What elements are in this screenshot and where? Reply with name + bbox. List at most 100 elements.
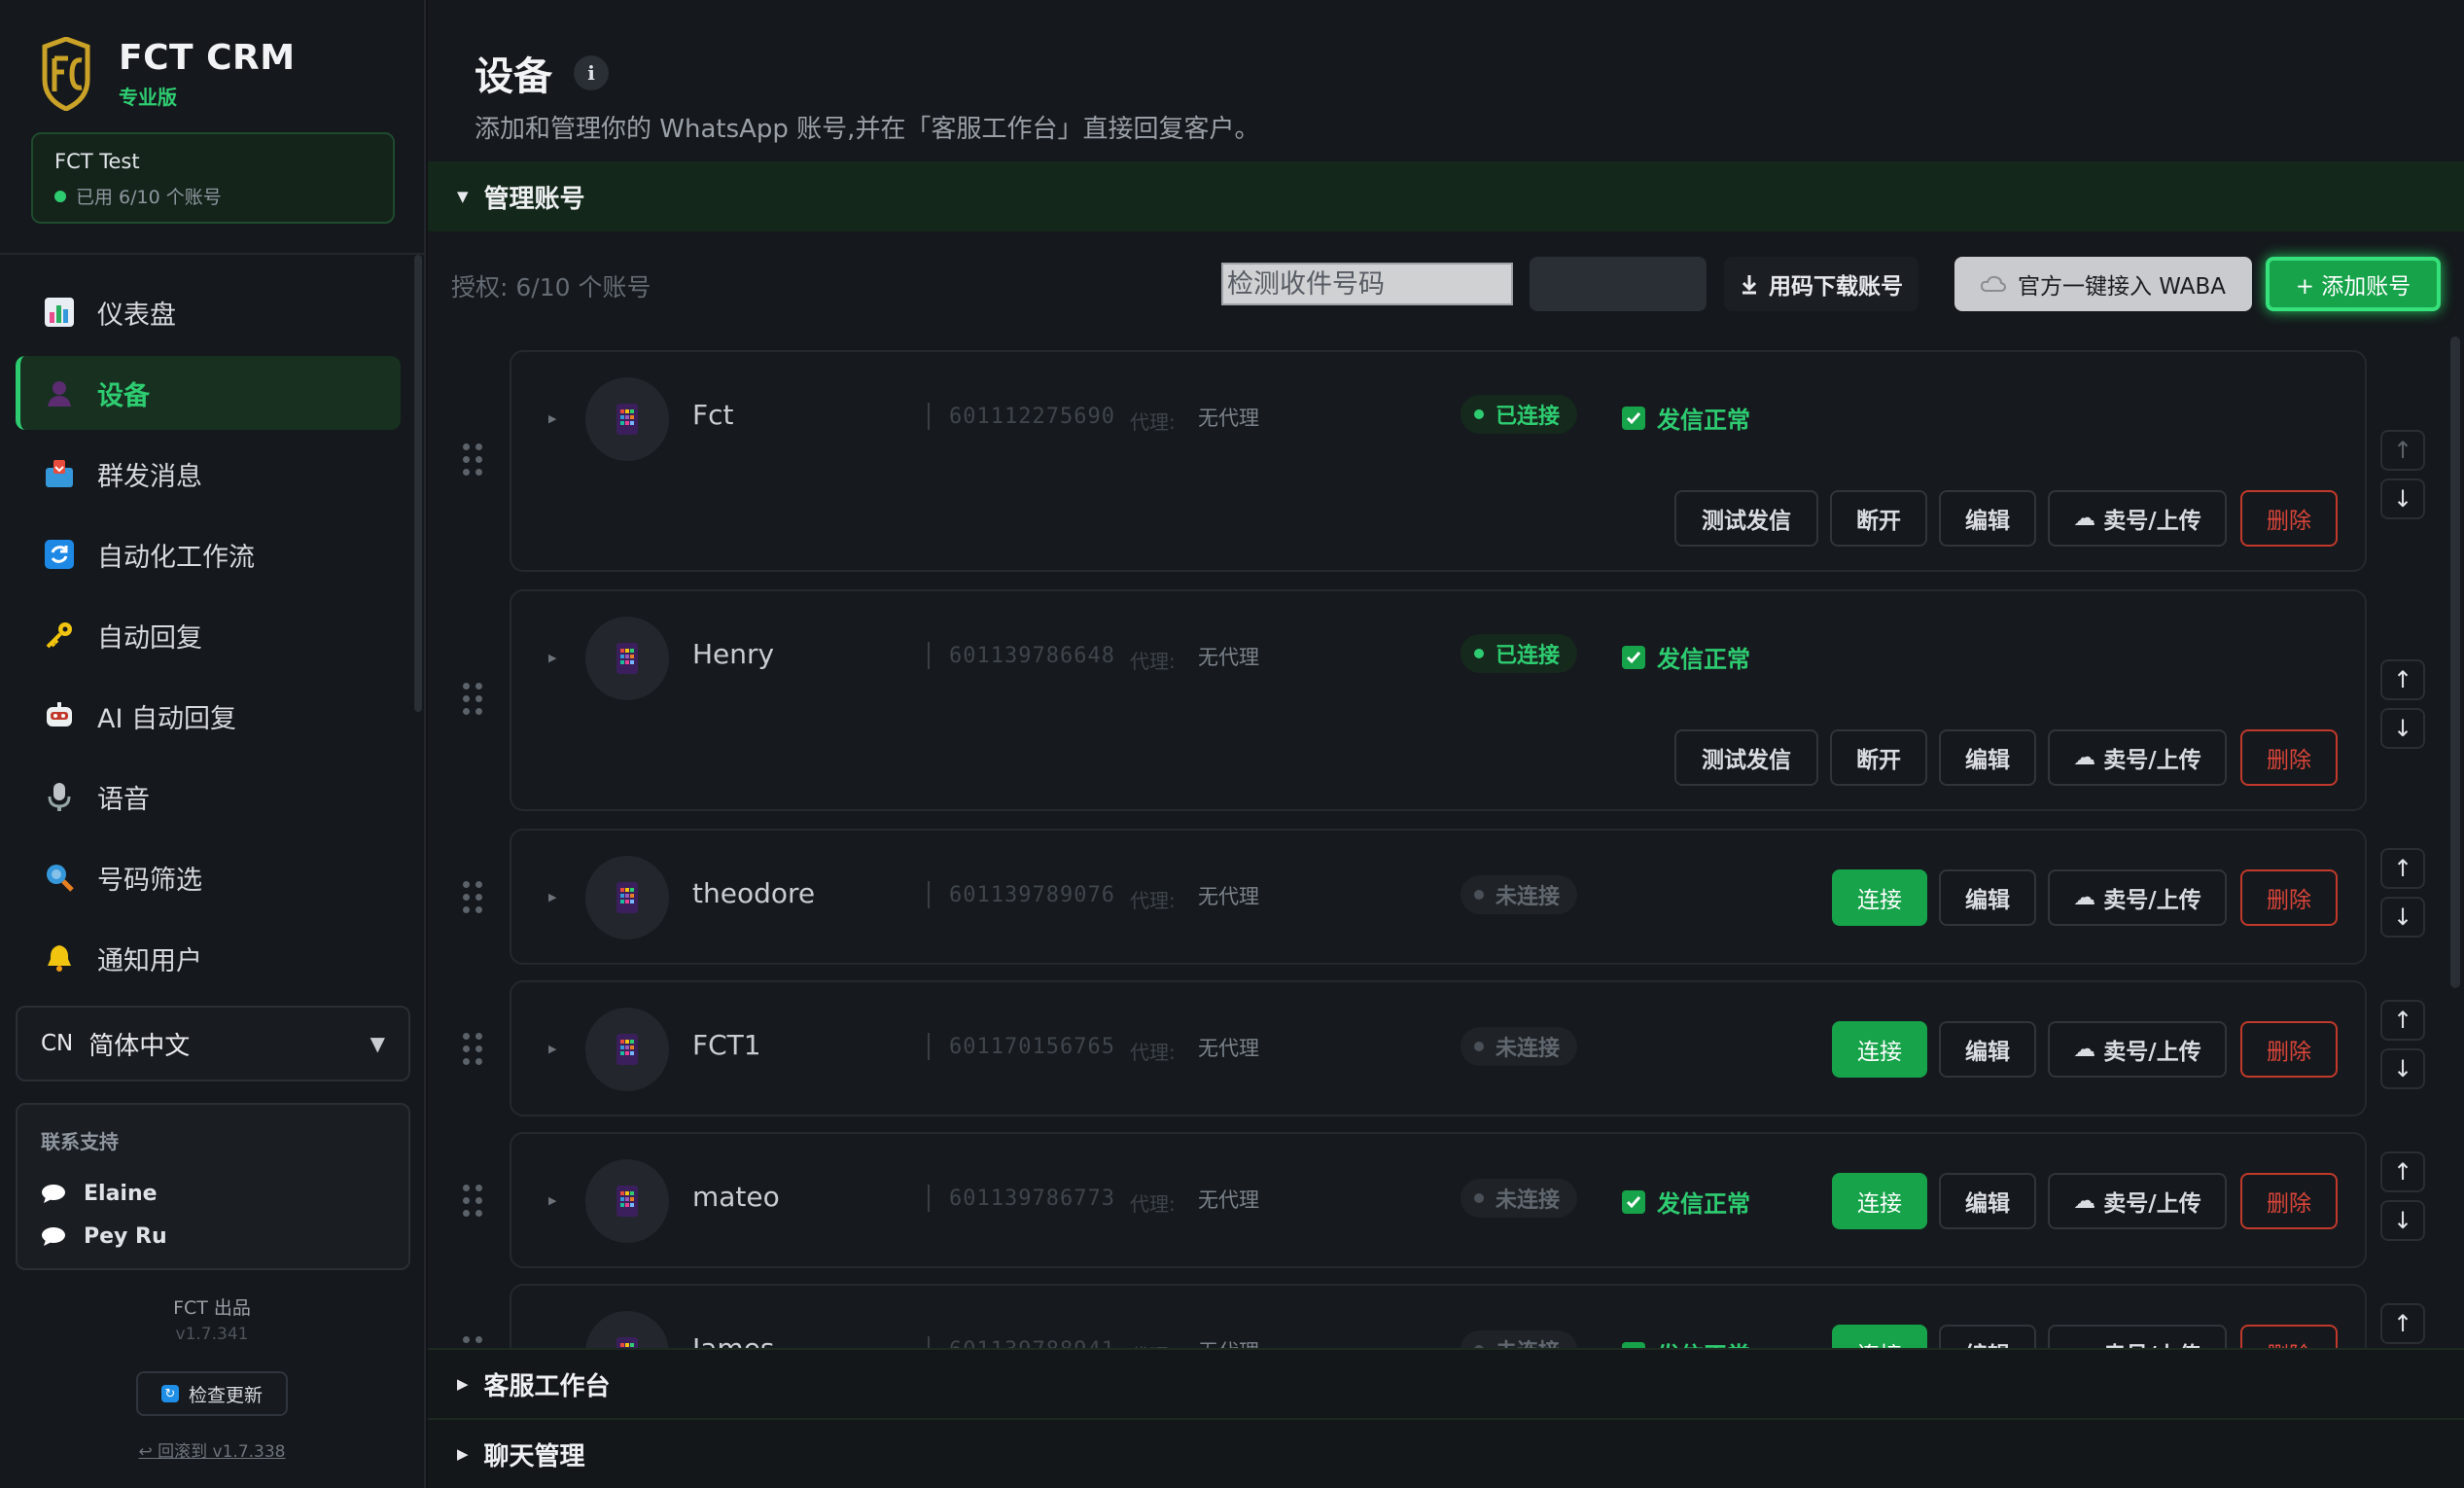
section-manage-accounts[interactable]: ▼ 管理账号 <box>428 161 2464 231</box>
caret-right-icon[interactable]: ▶ <box>548 891 556 903</box>
sell-upload-button[interactable]: ☁ 卖号/上传 <box>2048 729 2227 786</box>
edit-button[interactable]: 编辑 <box>1939 1325 2036 1348</box>
add-account-button[interactable]: + 添加账号 <box>2266 257 2441 311</box>
move-up-button[interactable]: ↑ <box>2380 1151 2425 1192</box>
sidebar-item-voice[interactable]: 语音 <box>16 760 401 833</box>
license-info: 授权: 6/10 个账号 <box>451 273 651 301</box>
broadcast-icon <box>43 457 76 490</box>
edit-button[interactable]: 编辑 <box>1939 869 2036 926</box>
section-title: 管理账号 <box>483 184 585 214</box>
section-chat-management[interactable]: ▶ 聊天管理 <box>428 1418 2464 1488</box>
connect-button[interactable]: 连接 <box>1832 869 1927 926</box>
test-send-button[interactable]: 测试发信 <box>1674 490 1818 547</box>
section-cs-workbench[interactable]: ▶ 客服工作台 <box>428 1348 2464 1418</box>
chat-bubble-icon <box>42 1227 65 1246</box>
info-icon[interactable]: i <box>574 55 609 90</box>
drag-handle-icon[interactable] <box>463 881 482 913</box>
account-phone: 601170156765 <box>949 1035 1115 1059</box>
sidebar-item-auto-reply[interactable]: 自动回复 <box>16 598 401 672</box>
check-recipient-input[interactable] <box>1221 263 1513 305</box>
delete-button[interactable]: 删除 <box>2240 729 2338 786</box>
check-update-button[interactable]: ↻ 检查更新 <box>136 1371 288 1416</box>
move-down-button[interactable]: ↓ <box>2380 708 2425 749</box>
account-avatar <box>585 1159 669 1243</box>
edit-button[interactable]: 编辑 <box>1939 729 2036 786</box>
waba-connect-button[interactable]: 官方一键接入 WABA <box>1954 257 2252 311</box>
proxy-label: 代理: <box>1130 650 1176 673</box>
connect-button[interactable]: 连接 <box>1832 1325 1927 1348</box>
move-up-button[interactable]: ↑ <box>2380 848 2425 889</box>
brand: FCT CRM 专业版 <box>39 37 296 111</box>
disconnect-button[interactable]: 断开 <box>1830 490 1927 547</box>
batch-check-button[interactable] <box>1530 257 1707 311</box>
sell-upload-button[interactable]: ☁ 卖号/上传 <box>2048 490 2227 547</box>
edit-button[interactable]: 编辑 <box>1939 1021 2036 1078</box>
move-up-button[interactable]: ↑ <box>2380 430 2425 471</box>
support-contact-pey-ru[interactable]: Pey Ru <box>41 1215 385 1258</box>
caret-right-icon[interactable]: ▶ <box>548 1043 556 1055</box>
device-icon <box>43 376 76 409</box>
move-down-button[interactable]: ↓ <box>2380 1048 2425 1089</box>
proxy-value: 无代理 <box>1198 1188 1259 1212</box>
caret-right-icon[interactable]: ▶ <box>548 652 556 664</box>
drag-handle-icon[interactable] <box>463 1033 482 1065</box>
connect-button[interactable]: 连接 <box>1832 1173 1927 1229</box>
test-send-button[interactable]: 测试发信 <box>1674 729 1818 786</box>
drag-handle-icon[interactable] <box>463 1185 482 1217</box>
disconnect-button[interactable]: 断开 <box>1830 729 1927 786</box>
sidebar-divider <box>0 253 424 255</box>
org-card[interactable]: FCT Test 已用 6/10 个账号 <box>31 132 395 224</box>
download-account-button[interactable]: 用码下载账号 <box>1724 257 1918 311</box>
sell-upload-button[interactable]: ☁ 卖号/上传 <box>2048 1173 2227 1229</box>
rollback-link[interactable]: ↩ 回滚到 v1.7.338 <box>0 1437 424 1462</box>
move-up-button[interactable]: ↑ <box>2380 1000 2425 1041</box>
check-icon <box>1622 645 1645 669</box>
sidebar-item-workflow[interactable]: 自动化工作流 <box>16 517 401 591</box>
move-down-button[interactable]: ↓ <box>2380 478 2425 519</box>
account-name: James <box>692 1332 775 1348</box>
delete-button[interactable]: 删除 <box>2240 1173 2338 1229</box>
delete-button[interactable]: 删除 <box>2240 490 2338 547</box>
sell-upload-button[interactable]: ☁ 卖号/上传 <box>2048 869 2227 926</box>
caret-right-icon[interactable]: ▶ <box>548 1194 556 1207</box>
move-up-button[interactable]: ↑ <box>2380 1303 2425 1344</box>
section-title: 客服工作台 <box>483 1371 611 1401</box>
cloud-icon <box>1980 275 2006 292</box>
move-up-button[interactable]: ↑ <box>2380 659 2425 700</box>
sidebar-item-notify-users[interactable]: 通知用户 <box>16 921 401 995</box>
move-down-button[interactable]: ↓ <box>2380 897 2425 938</box>
delete-button[interactable]: 删除 <box>2240 1325 2338 1348</box>
drag-handle-icon[interactable] <box>463 1336 482 1348</box>
drag-handle-icon[interactable] <box>463 443 482 476</box>
caret-right-icon[interactable]: ▶ <box>548 412 556 425</box>
delete-button[interactable]: 删除 <box>2240 1021 2338 1078</box>
drag-handle-icon[interactable] <box>463 683 482 715</box>
proxy-label: 代理: <box>1130 410 1176 434</box>
sidebar-item-label: 自动回复 <box>97 622 202 654</box>
check-icon <box>1622 406 1645 430</box>
sidebar-item-number-filter[interactable]: 号码筛选 <box>16 840 401 914</box>
sell-upload-button[interactable]: ☁ 卖号/上传 <box>2048 1021 2227 1078</box>
account-avatar <box>585 1311 669 1348</box>
sell-upload-button[interactable]: ☁ 卖号/上传 <box>2048 1325 2227 1348</box>
divider <box>928 1336 930 1348</box>
language-select[interactable]: CN 简体中文 ▼ <box>16 1006 410 1081</box>
cloud-icon: ☁ <box>2073 885 2096 910</box>
delete-button[interactable]: 删除 <box>2240 869 2338 926</box>
edit-button[interactable]: 编辑 <box>1939 1173 2036 1229</box>
status-text: 未连接 <box>1496 1188 1561 1213</box>
sidebar-item-broadcast[interactable]: 群发消息 <box>16 437 401 511</box>
sidebar-scrollbar[interactable] <box>414 255 422 712</box>
send-status: 发信正常 <box>1622 1185 1750 1219</box>
support-contact-elaine[interactable]: Elaine <box>41 1172 385 1215</box>
sidebar-item-ai-auto-reply[interactable]: AI 自动回复 <box>16 679 401 753</box>
account-row: ▶ Henry 601139786648 代理: 无代理 已连接 发信正常 测试… <box>428 589 2464 815</box>
sidebar-item-devices[interactable]: 设备 <box>16 356 401 430</box>
connect-button[interactable]: 连接 <box>1832 1021 1927 1078</box>
sidebar-nav: 仪表盘 设备 群发消息 自动化工作流 自动回复 AI 自动回复 语音 号码筛选 … <box>16 275 401 1002</box>
move-down-button[interactable]: ↓ <box>2380 1200 2425 1241</box>
magnifier-icon <box>43 861 76 894</box>
edit-button[interactable]: 编辑 <box>1939 490 2036 547</box>
sidebar-item-dashboard[interactable]: 仪表盘 <box>16 275 401 349</box>
support-contact-name: Elaine <box>84 1181 158 1206</box>
